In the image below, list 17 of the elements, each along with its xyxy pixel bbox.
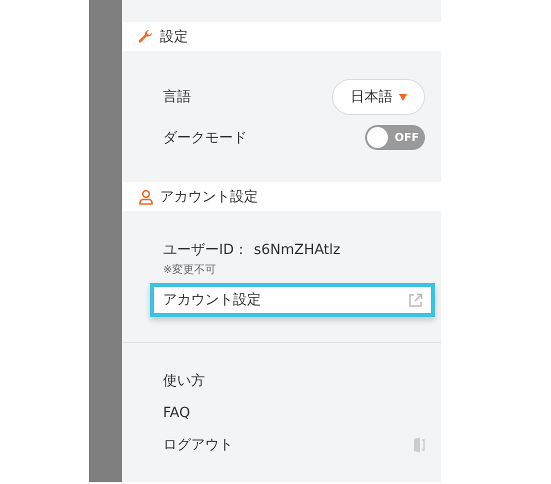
language-dropdown[interactable]: 日本語 [332, 79, 425, 115]
note-text: ※変更不可 [163, 262, 216, 277]
menu-item[interactable]: ログアウト [122, 429, 441, 461]
door-icon [413, 437, 425, 453]
user-id-label: ユーザーID： [163, 241, 248, 259]
menu-item[interactable]: 使い方 [122, 365, 441, 397]
caret-icon [398, 94, 406, 100]
wrench-icon [138, 28, 154, 44]
person-icon [138, 188, 154, 204]
external-link-icon [408, 292, 423, 308]
section-title: アカウント設定 [160, 188, 258, 206]
account-settings-link[interactable]: アカウント設定 [150, 283, 435, 317]
section-title: 設定 [160, 28, 188, 46]
dark-mode-label: ダークモード [163, 128, 247, 146]
menu-item[interactable]: FAQ [122, 397, 441, 429]
user-id: s6NmZHAtlz [254, 242, 340, 258]
language-label: 言語 [163, 88, 191, 106]
